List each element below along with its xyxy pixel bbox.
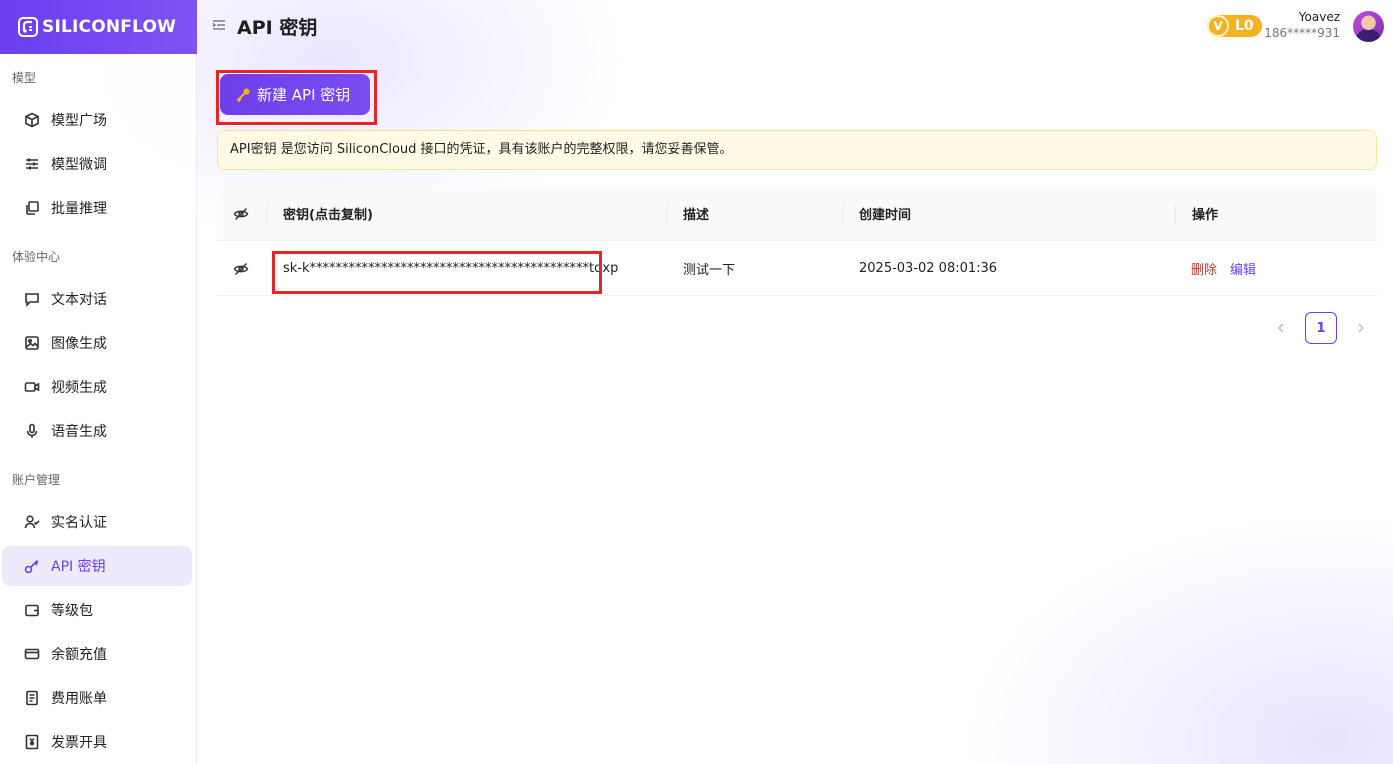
cube-icon xyxy=(25,112,39,128)
siliconflow-logo-icon xyxy=(18,17,38,37)
sidebar-item-batch-inference[interactable]: 批量推理 xyxy=(2,188,192,228)
page-title: API 密钥 xyxy=(237,17,318,39)
chat-icon xyxy=(25,293,39,307)
sidebar-item-label: 视频生成 xyxy=(51,380,107,396)
column-header-actions: 操作 xyxy=(1192,208,1219,223)
brand-logo[interactable]: SILICONFLOW xyxy=(0,0,197,54)
sidebar-item-model-finetune[interactable]: 模型微调 xyxy=(2,144,192,184)
sidebar-item-api-keys[interactable]: API 密钥 xyxy=(2,546,192,586)
toggle-visibility-row[interactable] xyxy=(233,241,249,296)
sidebar-item-label: 模型广场 xyxy=(51,113,107,129)
sidebar-section-playground: 体验中心 xyxy=(12,250,61,264)
sidebar-item-label: API 密钥 xyxy=(51,559,106,575)
background-glow xyxy=(0,0,1393,764)
brand-name: SILICONFLOW xyxy=(42,17,177,37)
level-label: L0 xyxy=(1235,18,1254,34)
column-header-created: 创建时间 xyxy=(859,208,912,223)
toggle-visibility-all[interactable] xyxy=(233,186,249,241)
delete-link[interactable]: 删除 xyxy=(1191,259,1217,278)
sidebar-item-billing[interactable]: 费用账单 xyxy=(2,678,192,718)
sidebar-item-speech-generation[interactable]: 语音生成 xyxy=(2,411,192,451)
table-header: 密钥(点击复制) 描述 创建时间 操作 xyxy=(217,186,1377,241)
sidebar-item-label: 文本对话 xyxy=(51,292,107,308)
api-key-value[interactable]: sk-k************************************… xyxy=(283,241,618,296)
invoice-icon xyxy=(25,734,39,750)
chevron-left-icon[interactable] xyxy=(1275,322,1287,334)
edit-link[interactable]: 编辑 xyxy=(1230,259,1256,278)
sidebar-section-models: 模型 xyxy=(12,71,37,85)
sidebar-item-label: 费用账单 xyxy=(51,691,107,707)
sidebar-section-account: 账户管理 xyxy=(12,473,61,487)
sidebar-item-level-package[interactable]: 等级包 xyxy=(2,590,192,630)
image-icon xyxy=(25,336,39,350)
receipt-icon xyxy=(26,690,38,706)
sidebar-item-label: 图像生成 xyxy=(51,336,107,352)
info-notice: API密钥 是您访问 SiliconCloud 接口的凭证，具有该账户的完整权限… xyxy=(217,130,1377,170)
sidebar-item-text-chat[interactable]: 文本对话 xyxy=(2,279,192,319)
sidebar-item-identity-verification[interactable]: 实名认证 xyxy=(2,502,192,542)
sidebar-item-balance-recharge[interactable]: 余额充值 xyxy=(2,634,192,674)
layers-icon xyxy=(26,201,39,215)
avatar[interactable] xyxy=(1353,11,1384,42)
eye-off-icon xyxy=(233,207,249,220)
column-header-key: 密钥(点击复制) xyxy=(283,208,373,223)
user-phone: 186*****931 xyxy=(1264,26,1340,40)
video-icon xyxy=(24,382,40,392)
api-keys-table: 密钥(点击复制) 描述 创建时间 操作 sk-k****************… xyxy=(217,186,1377,296)
sidebar-item-label: 发票开具 xyxy=(51,735,107,751)
sidebar-item-label: 余额充值 xyxy=(51,647,107,663)
api-key-description: 测试一下 xyxy=(683,263,736,278)
create-api-key-label: 新建 API 密钥 xyxy=(257,86,351,104)
sidebar-item-label: 等级包 xyxy=(51,603,93,619)
api-key-created-time: 2025-03-02 08:01:36 xyxy=(859,261,998,276)
credit-card-icon xyxy=(24,648,40,660)
row-actions: 删除 编辑 xyxy=(1191,241,1256,296)
user-name: Yoavez xyxy=(1298,10,1340,24)
sidebar-item-video-generation[interactable]: 视频生成 xyxy=(2,367,192,407)
sidebar: SILICONFLOW 模型 模型广场 模型微调 批量推理 体验中心 文本对话 … xyxy=(0,0,197,764)
sidebar-item-image-generation[interactable]: 图像生成 xyxy=(2,323,192,363)
sidebar-item-label: 语音生成 xyxy=(51,424,107,440)
table-row: sk-k************************************… xyxy=(217,241,1377,296)
sidebar-item-label: 批量推理 xyxy=(51,201,107,217)
page-number-current[interactable]: 1 xyxy=(1305,312,1337,344)
vip-icon: V xyxy=(1207,15,1229,37)
sidebar-item-label: 模型微调 xyxy=(51,157,107,173)
sidebar-item-invoice[interactable]: 发票开具 xyxy=(2,722,192,762)
user-check-icon xyxy=(24,515,40,529)
microphone-icon xyxy=(26,423,38,438)
column-header-description: 描述 xyxy=(683,208,710,223)
chevron-right-icon[interactable] xyxy=(1355,322,1367,334)
sidebar-toggle-icon[interactable] xyxy=(212,18,226,32)
sliders-icon xyxy=(26,158,38,170)
level-badge[interactable]: V L0 xyxy=(1207,15,1262,37)
sidebar-item-label: 实名认证 xyxy=(51,515,107,531)
wallet-icon xyxy=(25,604,39,617)
create-api-key-button[interactable]: 新建 API 密钥 xyxy=(220,74,370,115)
sidebar-item-model-square[interactable]: 模型广场 xyxy=(2,100,192,140)
key-icon xyxy=(236,88,250,102)
key-icon xyxy=(24,559,39,574)
eye-off-icon xyxy=(233,262,249,275)
